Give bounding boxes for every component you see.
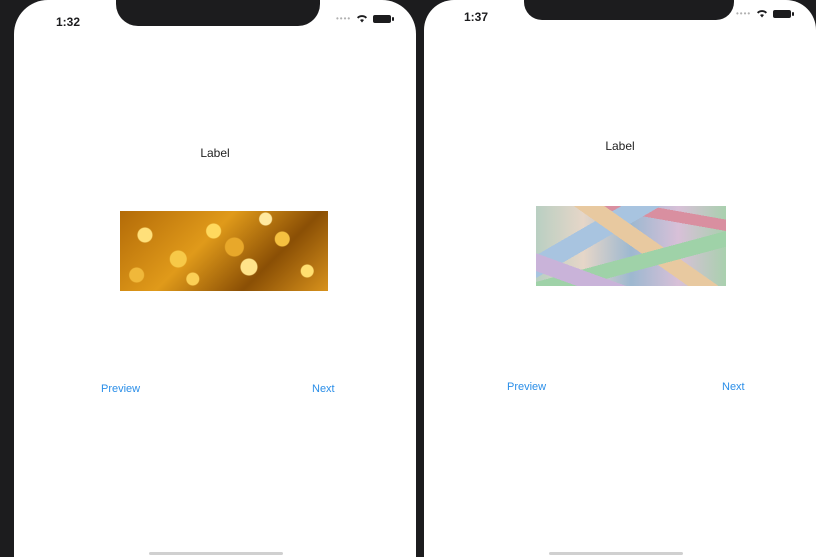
status-icons: •••• — [736, 9, 795, 18]
status-icons: •••• — [336, 14, 395, 23]
gold-coins-image — [120, 211, 328, 291]
wifi-icon — [756, 9, 768, 18]
phone-right: 1:37 •••• Label Preview Next — [418, 0, 816, 557]
preview-button[interactable]: Preview — [101, 383, 140, 395]
battery-icon — [373, 14, 395, 23]
notch — [524, 0, 734, 20]
status-time: 1:32 — [56, 15, 81, 29]
title-label: Label — [605, 139, 635, 153]
euro-banknotes-image — [536, 206, 726, 286]
next-button[interactable]: Next — [312, 383, 335, 395]
signal-icon: •••• — [736, 9, 752, 18]
phone-screen: 1:37 •••• Label Preview Next — [424, 0, 816, 557]
battery-icon — [773, 9, 795, 18]
next-button[interactable]: Next — [722, 381, 745, 393]
phone-screen: 1:32 •••• Label Preview Next — [14, 0, 416, 557]
home-indicator[interactable] — [149, 552, 283, 555]
wifi-icon — [356, 14, 368, 23]
signal-icon: •••• — [336, 14, 352, 23]
title-label: Label — [200, 146, 230, 160]
comparison-stage: 1:32 •••• Label Preview Next 1:37 •••• L… — [0, 0, 816, 557]
preview-button[interactable]: Preview — [507, 381, 546, 393]
home-indicator[interactable] — [549, 552, 683, 555]
status-time: 1:37 — [464, 10, 489, 24]
notch — [116, 0, 320, 26]
phone-left: 1:32 •••• Label Preview Next — [0, 0, 418, 557]
